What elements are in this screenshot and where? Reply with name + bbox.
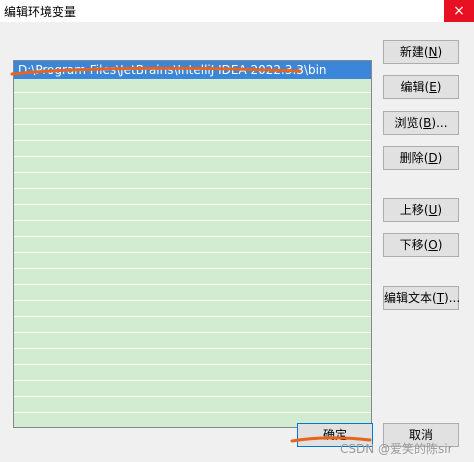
path-list[interactable]: D:\Program Files\JetBrains\IntelliJ IDEA… (13, 60, 372, 428)
edit-text-button[interactable]: 编辑文本(T)... (383, 286, 460, 310)
edit-button[interactable]: 编辑(E) (383, 75, 459, 99)
close-icon: × (453, 3, 465, 19)
move-down-button[interactable]: 下移(O) (383, 233, 459, 257)
move-up-button[interactable]: 上移(U) (383, 198, 459, 222)
dialog-content: D:\Program Files\JetBrains\IntelliJ IDEA… (0, 22, 474, 462)
new-button[interactable]: 新建(N) (383, 40, 459, 64)
list-item[interactable]: D:\Program Files\JetBrains\IntelliJ IDEA… (14, 61, 371, 79)
watermark: CSDN @爱笑的陈sir (340, 442, 453, 456)
title-bar: 编辑环境变量 × (0, 0, 474, 22)
delete-button[interactable]: 删除(D) (383, 146, 459, 170)
browse-button[interactable]: 浏览(B)... (383, 111, 459, 135)
close-button[interactable]: × (444, 0, 474, 22)
window-title: 编辑环境变量 (4, 5, 77, 19)
